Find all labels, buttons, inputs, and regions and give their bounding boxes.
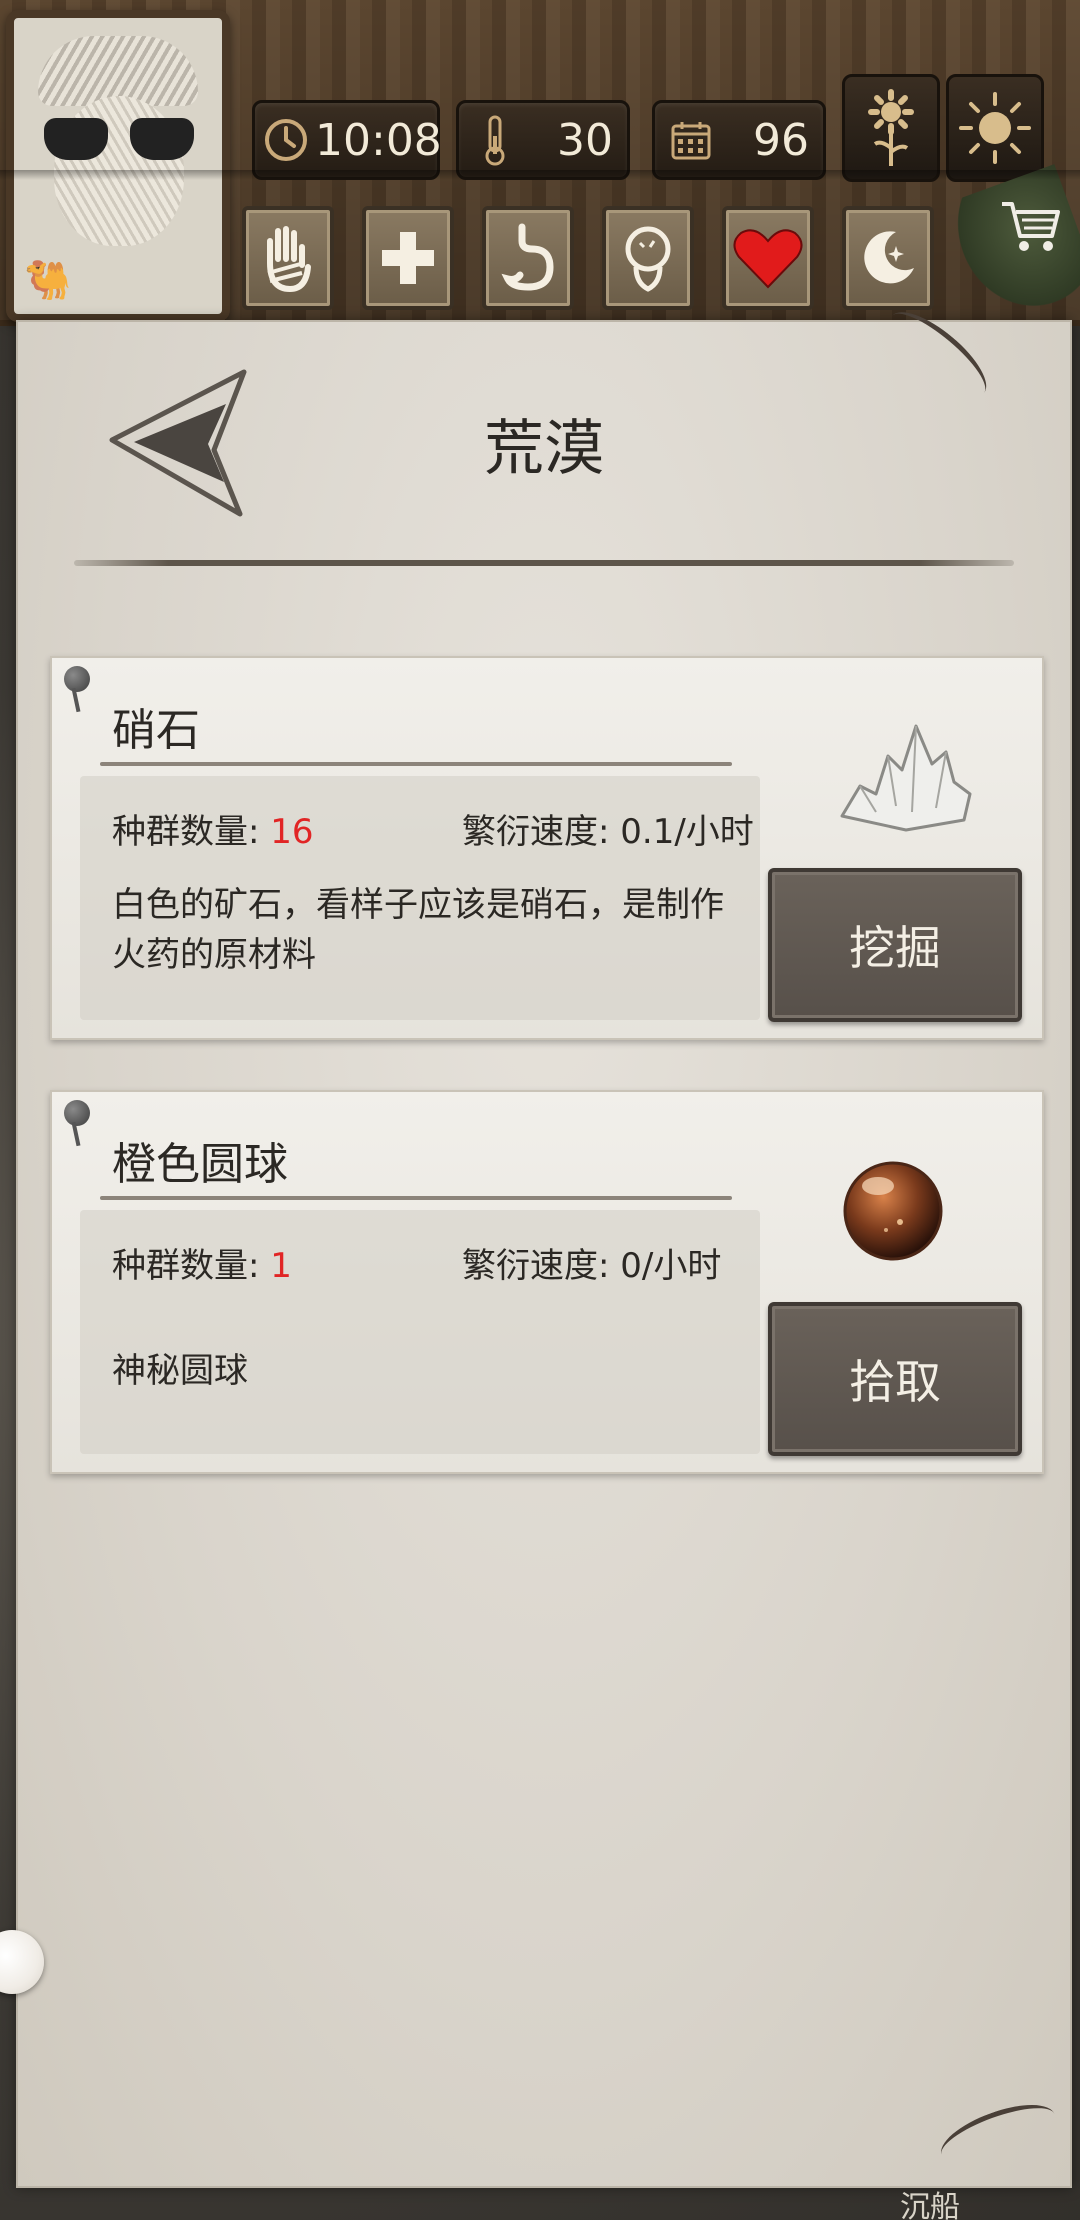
head-icon[interactable] bbox=[602, 206, 694, 310]
day-value: 96 bbox=[753, 114, 809, 166]
title-divider bbox=[74, 560, 1014, 566]
heart-icon[interactable] bbox=[722, 206, 814, 310]
sunglasses-drawing bbox=[44, 118, 194, 164]
clock-icon bbox=[263, 112, 309, 168]
time-display: 10:08 bbox=[252, 100, 442, 180]
resource-stats: 种群数量: 16 繁衍速度: 0.1/小时 bbox=[112, 804, 772, 853]
resource-stats: 种群数量: 1 繁衍速度: 0/小时 bbox=[112, 1238, 772, 1287]
sun-icon[interactable] bbox=[946, 74, 1044, 182]
saltpeter-crystal-icon bbox=[836, 716, 976, 836]
location-panel: 荒漠 硝石 种群数量: 16 繁衍速度: 0.1/小时 白色的矿石，看样子应该是… bbox=[16, 298, 1072, 2188]
time-value: 10:08 bbox=[315, 114, 442, 166]
population-stat: 种群数量: 1 bbox=[112, 1238, 462, 1287]
growth-label: 繁衍速度: bbox=[462, 812, 621, 852]
temperature-display: 30 bbox=[456, 100, 630, 180]
population-label: 种群数量: bbox=[112, 812, 271, 852]
thermometer-icon bbox=[467, 112, 523, 168]
calendar-icon bbox=[663, 112, 719, 168]
pick-up-button[interactable]: 拾取 bbox=[768, 1302, 1022, 1456]
stomach-icon[interactable] bbox=[482, 206, 574, 310]
moon-star-icon[interactable] bbox=[842, 206, 934, 310]
pin-icon bbox=[64, 666, 90, 692]
card-divider bbox=[100, 762, 732, 766]
temperature-value: 30 bbox=[557, 114, 613, 166]
resource-card: 硝石 种群数量: 16 繁衍速度: 0.1/小时 白色的矿石，看样子应该是硝石，… bbox=[50, 656, 1044, 1040]
population-value: 16 bbox=[270, 812, 314, 852]
page-title: 荒漠 bbox=[484, 414, 604, 484]
population-stat: 种群数量: 16 bbox=[112, 804, 462, 853]
resource-description: 白色的矿石，看样子应该是硝石，是制作火药的原材料 bbox=[112, 885, 724, 975]
pin-icon bbox=[64, 1100, 90, 1126]
camel-icon: 🐫 bbox=[24, 258, 72, 302]
twig-decoration bbox=[933, 2092, 1063, 2177]
growth-stat: 繁衍速度: 0/小时 bbox=[462, 1238, 721, 1287]
cart-icon[interactable] bbox=[990, 196, 1070, 276]
population-value: 1 bbox=[270, 1246, 292, 1286]
sunflower-icon[interactable] bbox=[842, 74, 940, 182]
resource-card: 橙色圆球 种群数量: 1 繁衍速度: 0/小时 神秘圆球 拾取 bbox=[50, 1090, 1044, 1474]
orange-orb-icon bbox=[838, 1156, 948, 1276]
growth-stat: 繁衍速度: 0.1/小时 bbox=[462, 804, 754, 853]
bottom-location-label[interactable]: 沉船 bbox=[900, 2182, 960, 2220]
day-display: 96 bbox=[652, 100, 826, 180]
medical-cross-icon[interactable] bbox=[362, 206, 454, 310]
population-label: 种群数量: bbox=[112, 1246, 271, 1286]
top-hud: 🐫 10:08 30 96 bbox=[0, 0, 1080, 326]
growth-value: 0.1/小时 bbox=[620, 812, 754, 852]
card-divider bbox=[100, 1196, 732, 1200]
dig-button[interactable]: 挖掘 bbox=[768, 868, 1022, 1022]
player-avatar[interactable]: 🐫 bbox=[6, 10, 230, 322]
resource-name: 橙色圆球 bbox=[112, 1139, 288, 1190]
resource-description: 神秘圆球 bbox=[112, 1351, 248, 1391]
resource-name: 硝石 bbox=[112, 705, 200, 756]
growth-label: 繁衍速度: bbox=[462, 1246, 621, 1286]
bandaged-hand-icon[interactable] bbox=[242, 206, 334, 310]
status-icon-row bbox=[242, 206, 934, 310]
growth-value: 0/小时 bbox=[620, 1246, 722, 1286]
